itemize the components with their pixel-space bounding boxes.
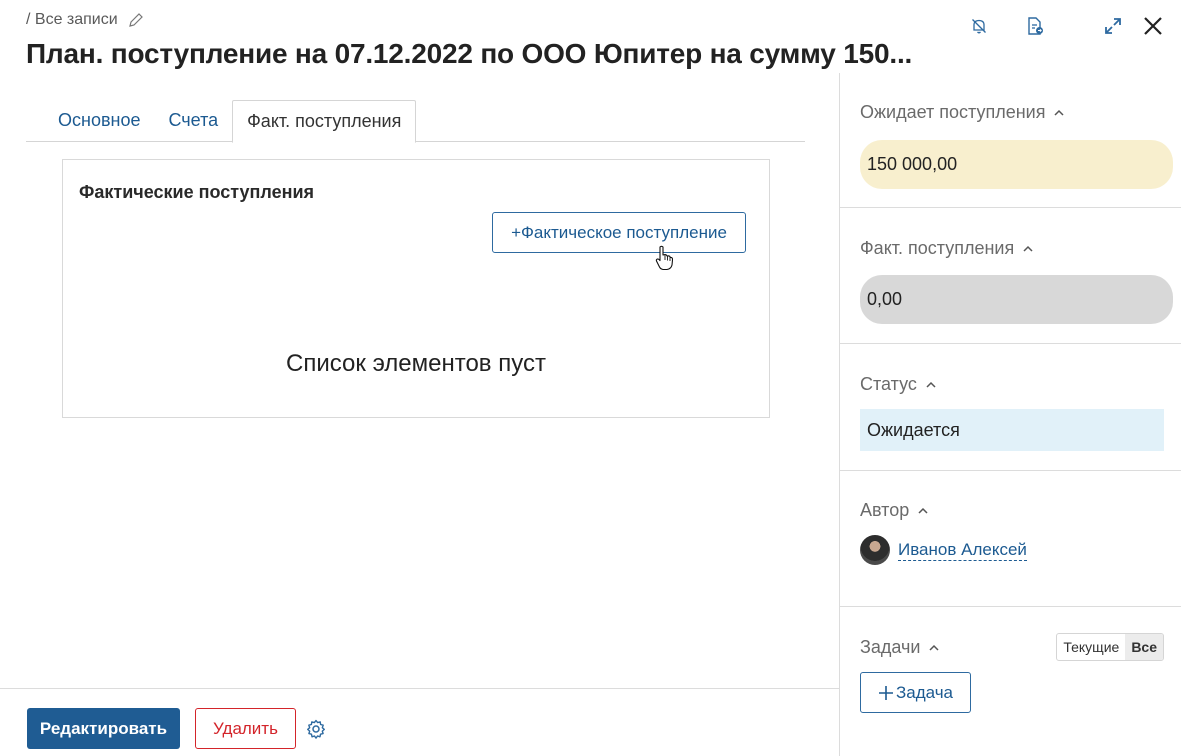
- tasks-filter-current[interactable]: Текущие: [1057, 634, 1125, 660]
- panel-title: Фактические поступления: [79, 182, 315, 202]
- actual-label: Факт. поступления: [860, 238, 1015, 258]
- plus-icon: [878, 685, 893, 700]
- actual-value: 0,00: [860, 275, 1173, 324]
- expected-header[interactable]: Ожидает поступления: [860, 102, 1065, 123]
- actual-section: Факт. поступления 0,00: [840, 208, 1181, 344]
- empty-list-message: Список элементов пуст: [286, 350, 546, 377]
- window-toolbar: [965, 12, 1167, 40]
- status-section: Статус Ожидается: [840, 344, 1181, 471]
- author-row: Иванов Алексей: [860, 535, 1027, 565]
- avatar: [860, 535, 890, 565]
- add-actual-receipt-button[interactable]: +Фактическое поступление: [492, 212, 746, 253]
- add-task-button[interactable]: Задача: [860, 672, 971, 713]
- details-sidebar: Ожидает поступления 150 000,00 Факт. пос…: [839, 73, 1181, 756]
- expected-section: Ожидает поступления 150 000,00: [840, 73, 1181, 208]
- chevron-up-icon: [1023, 245, 1033, 252]
- tab-main[interactable]: Основное: [26, 100, 154, 142]
- chevron-up-icon: [926, 381, 936, 388]
- tab-actual-receipts[interactable]: Факт. поступления: [232, 100, 417, 143]
- breadcrumb-link[interactable]: / Все записи: [26, 11, 118, 29]
- tasks-header[interactable]: Задачи: [860, 637, 940, 658]
- author-section: Автор Иванов Алексей: [840, 471, 1181, 607]
- expected-value: 150 000,00: [860, 140, 1173, 189]
- mute-notifications-button[interactable]: [965, 12, 993, 40]
- pencil-icon[interactable]: [128, 12, 144, 28]
- breadcrumb: / Все записи: [26, 11, 144, 29]
- author-link[interactable]: Иванов Алексей: [898, 540, 1027, 561]
- footer-bar: Редактировать Удалить: [0, 688, 840, 756]
- edit-button[interactable]: Редактировать: [27, 708, 180, 749]
- document-export-button[interactable]: [1021, 12, 1049, 40]
- chevron-up-icon: [918, 507, 928, 514]
- tasks-section: Задачи Текущие Все Задача: [840, 607, 1181, 756]
- status-header[interactable]: Статус: [860, 374, 937, 395]
- gear-icon[interactable]: [305, 718, 327, 740]
- expand-icon: [1105, 18, 1121, 34]
- close-button[interactable]: [1139, 12, 1167, 40]
- expected-label: Ожидает поступления: [860, 102, 1046, 122]
- tasks-filter-all[interactable]: Все: [1125, 634, 1163, 660]
- author-header[interactable]: Автор: [860, 500, 929, 521]
- tab-bar: Основное Счета Факт. поступления: [26, 100, 805, 143]
- delete-button[interactable]: Удалить: [195, 708, 296, 749]
- tab-invoices[interactable]: Счета: [154, 100, 232, 142]
- bell-off-icon: [972, 19, 986, 34]
- expand-button[interactable]: [1099, 12, 1127, 40]
- add-task-label: Задача: [895, 682, 954, 702]
- status-label: Статус: [860, 374, 917, 394]
- chevron-up-icon: [929, 644, 939, 651]
- hand-cursor-icon: [655, 245, 673, 271]
- close-icon: [1144, 17, 1162, 35]
- tasks-label: Задачи: [860, 637, 921, 657]
- status-badge: Ожидается: [860, 409, 1164, 451]
- record-page: / Все записи План. поступление на 07.12.…: [0, 0, 1181, 756]
- actual-receipts-panel: Фактические поступления +Фактическое пос…: [62, 159, 770, 418]
- chevron-up-icon: [1054, 109, 1065, 116]
- document-icon: [1028, 17, 1043, 35]
- page-title: План. поступление на 07.12.2022 по ООО Ю…: [26, 38, 913, 69]
- actual-header[interactable]: Факт. поступления: [860, 238, 1034, 259]
- tasks-filter-toggle: Текущие Все: [1056, 633, 1164, 661]
- author-label: Автор: [860, 500, 910, 520]
